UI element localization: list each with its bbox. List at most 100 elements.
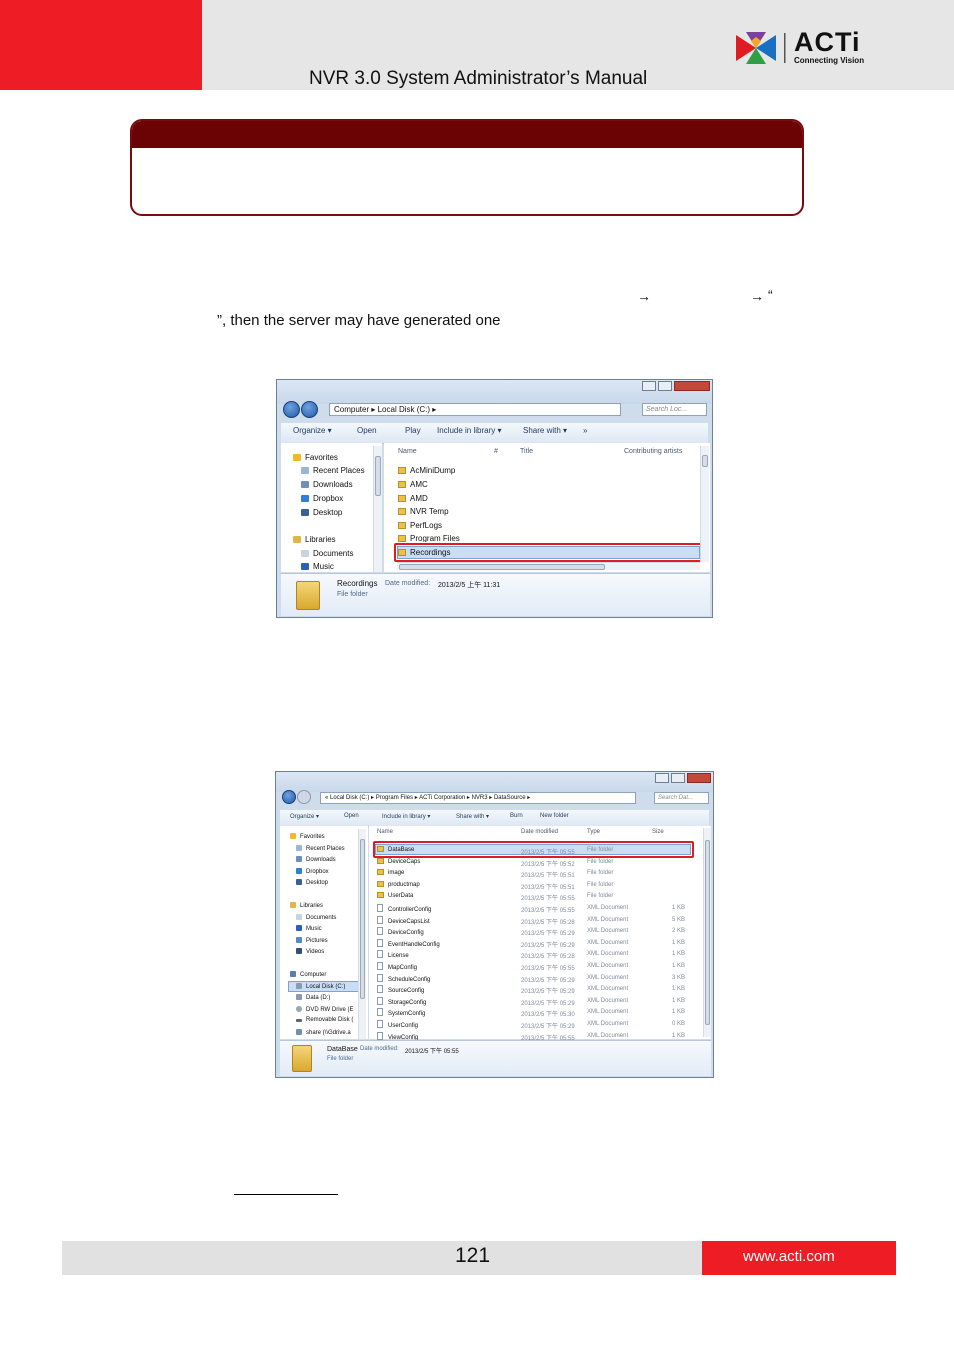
list-item[interactable]: License — [377, 950, 409, 959]
list-item[interactable]: AcMiniDump — [398, 466, 455, 475]
list-item[interactable]: MapConfig — [377, 962, 417, 971]
list-item[interactable]: UserConfig — [377, 1020, 418, 1029]
burn-button[interactable]: Burn — [510, 813, 523, 819]
breadcrumb-local-disk[interactable]: Local Disk (C:) — [378, 405, 430, 414]
column-number[interactable]: # — [494, 448, 498, 455]
list-item[interactable]: UserData — [377, 892, 413, 899]
content-scrollbar[interactable] — [703, 828, 711, 1037]
nav-scroll-thumb[interactable] — [360, 839, 365, 999]
breadcrumb-program-files[interactable]: Program Files — [376, 795, 413, 801]
column-date-modified[interactable]: Date modified — [521, 829, 558, 835]
nav-dropbox[interactable]: Dropbox — [301, 494, 343, 503]
horizontal-scroll-thumb[interactable] — [399, 564, 605, 570]
nav-music[interactable]: Music — [301, 562, 334, 571]
list-item[interactable]: image — [377, 869, 404, 876]
list-item[interactable]: PerfLogs — [398, 521, 442, 530]
list-item[interactable]: DeviceCaps — [377, 857, 420, 865]
more-button[interactable]: » — [583, 426, 587, 435]
column-name[interactable]: Name — [398, 448, 417, 455]
nav-scroll-thumb[interactable] — [375, 456, 381, 496]
organize-button[interactable]: Organize ▾ — [290, 813, 319, 820]
nav-data-d[interactable]: Data (D:) — [296, 994, 330, 1001]
minimize-button[interactable] — [642, 381, 656, 391]
list-item-database[interactable]: DataBase — [377, 846, 414, 853]
column-type[interactable]: Type — [587, 829, 600, 835]
list-item[interactable]: ControllerConfig — [377, 904, 431, 913]
list-item[interactable]: AMD — [398, 494, 428, 503]
nav-local-disk-c[interactable]: Local Disk (C:) — [296, 983, 345, 990]
nav-libraries[interactable]: Libraries — [293, 535, 336, 544]
organize-button[interactable]: Organize ▾ — [293, 426, 332, 435]
address-bar[interactable]: Computer ▸ Local Disk (C:) ▸ — [329, 403, 621, 416]
include-library-button[interactable]: Include in library ▾ — [382, 813, 430, 820]
list-item[interactable]: SourceConfig — [377, 985, 424, 994]
open-button[interactable]: Open — [344, 813, 359, 819]
nav-videos[interactable]: Videos — [296, 948, 324, 955]
nav-documents[interactable]: Documents — [296, 914, 336, 921]
new-folder-button[interactable]: New folder — [540, 813, 569, 819]
list-item[interactable]: SystemConfig — [377, 1008, 425, 1017]
nav-desktop[interactable]: Desktop — [296, 879, 328, 886]
content-scroll-thumb[interactable] — [705, 840, 710, 1025]
nav-recent-places[interactable]: Recent Places — [301, 466, 365, 475]
share-with-button[interactable]: Share with ▾ — [456, 813, 489, 820]
nav-downloads[interactable]: Downloads — [301, 480, 353, 489]
column-contributing-artists[interactable]: Contributing artists — [624, 448, 682, 455]
nav-dropbox[interactable]: Dropbox — [296, 868, 329, 875]
list-item[interactable]: AMC — [398, 480, 428, 489]
back-icon[interactable] — [283, 401, 300, 418]
include-library-button[interactable]: Include in library ▾ — [437, 426, 502, 435]
website-link[interactable]: www.acti.com — [743, 1248, 835, 1265]
nav-favorites[interactable]: Favorites — [290, 833, 325, 840]
nav-removable-disk[interactable]: Removable Disk ( — [296, 1017, 353, 1023]
list-item[interactable]: Program Files — [398, 534, 460, 542]
close-button[interactable] — [687, 773, 711, 783]
nav-dvd-drive[interactable]: DVD RW Drive (E — [296, 1006, 354, 1013]
nav-recent-places[interactable]: Recent Places — [296, 845, 345, 852]
maximize-button[interactable] — [671, 773, 685, 783]
nav-downloads[interactable]: Downloads — [296, 856, 336, 863]
list-item[interactable]: ScheduleConfig — [377, 973, 430, 983]
forward-icon[interactable] — [301, 401, 318, 418]
list-item[interactable]: productmap — [377, 880, 420, 888]
content-scrollbar[interactable] — [700, 446, 709, 562]
column-title[interactable]: Title — [520, 448, 533, 455]
list-item[interactable]: DeviceCapsList — [377, 915, 430, 925]
content-scroll-thumb[interactable] — [702, 455, 708, 467]
breadcrumb-computer[interactable]: Computer — [334, 405, 369, 414]
minimize-button[interactable] — [655, 773, 669, 783]
nav-libraries[interactable]: Libraries — [290, 902, 323, 909]
nav-documents[interactable]: Documents — [301, 549, 353, 558]
breadcrumb-datasource[interactable]: DataSource — [494, 795, 526, 801]
nav-favorites[interactable]: Favorites — [293, 453, 338, 462]
open-button[interactable]: Open — [357, 426, 377, 435]
libraries-icon — [293, 536, 301, 543]
nav-desktop[interactable]: Desktop — [301, 508, 342, 517]
list-item[interactable]: NVR Temp — [398, 507, 449, 516]
back-icon[interactable] — [282, 790, 296, 804]
nav-scrollbar[interactable] — [358, 829, 366, 1039]
list-item[interactable]: StorageConfig — [377, 996, 426, 1006]
breadcrumb-nvr3[interactable]: NVR3 — [472, 795, 488, 801]
nav-music[interactable]: Music — [296, 925, 322, 932]
list-item[interactable]: EventHandleConfig — [377, 938, 440, 948]
share-with-button[interactable]: Share with ▾ — [523, 426, 567, 435]
horizontal-scrollbar[interactable] — [397, 562, 700, 570]
nav-scrollbar[interactable] — [373, 446, 382, 572]
column-size[interactable]: Size — [652, 829, 664, 835]
search-input[interactable]: Search Dat... — [654, 792, 709, 804]
maximize-button[interactable] — [658, 381, 672, 391]
nav-pictures[interactable]: Pictures — [296, 937, 328, 944]
list-item[interactable]: DeviceConfig — [377, 927, 424, 936]
address-bar[interactable]: « Local Disk (C:) ▸ Program Files ▸ ACTi… — [320, 792, 636, 804]
play-button[interactable]: Play — [405, 426, 421, 435]
nav-network-share[interactable]: share (\\Gdrive.a — [296, 1029, 351, 1036]
forward-icon[interactable] — [297, 790, 311, 804]
breadcrumb-more[interactable]: « — [325, 795, 328, 801]
column-name[interactable]: Name — [377, 829, 393, 835]
search-input[interactable]: Search Loc... — [642, 403, 707, 416]
close-button[interactable] — [674, 381, 710, 391]
nav-computer[interactable]: Computer — [290, 971, 326, 978]
breadcrumb-acti-corporation[interactable]: ACTi Corporation — [419, 795, 465, 801]
breadcrumb-local-disk[interactable]: Local Disk (C:) — [330, 795, 369, 801]
